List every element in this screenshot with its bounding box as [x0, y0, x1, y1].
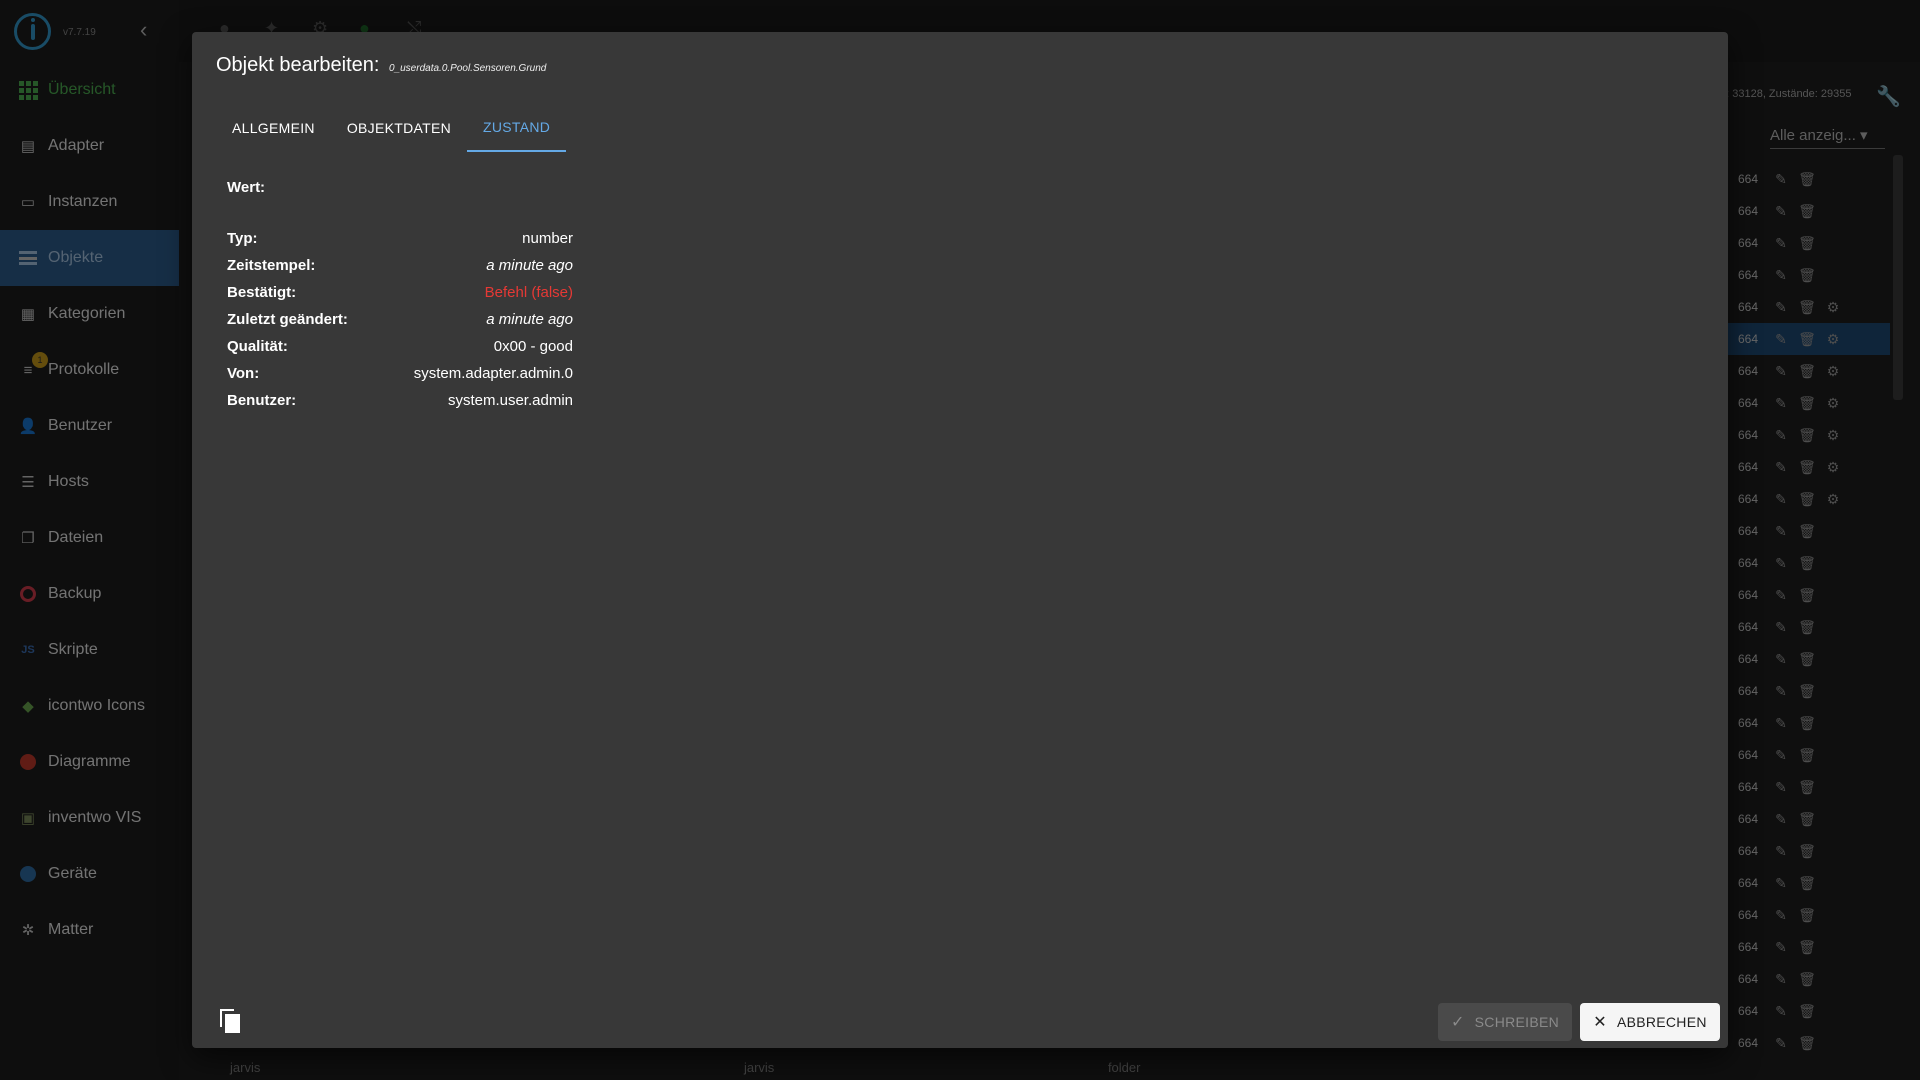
state-key: Bestätigt: [227, 284, 297, 301]
state-key: Typ: [227, 230, 258, 247]
state-value: number [522, 230, 573, 247]
state-key: Von: [227, 365, 260, 382]
state-row-zeitstempel: Zeitstempel: a minute ago [227, 252, 573, 279]
app-root: v7.7.19 ‹ Übersicht ▤ Adapter ▭ Instanze… [0, 0, 1920, 1080]
state-value: a minute ago [486, 257, 573, 274]
state-key: Zeitstempel: [227, 257, 316, 274]
check-icon: ✓ [1450, 1014, 1465, 1031]
write-button[interactable]: ✓ SCHREIBEN [1438, 1003, 1572, 1041]
tab-allgemein[interactable]: ALLGEMEIN [216, 104, 331, 152]
tab-zustand[interactable]: ZUSTAND [467, 104, 567, 152]
state-key: Wert: [227, 179, 266, 196]
state-row-qualitaet: Qualität: 0x00 - good [227, 333, 573, 360]
dialog-title-text: Objekt bearbeiten: [216, 54, 380, 76]
edit-object-dialog: Objekt bearbeiten: 0_userdata.0.Pool.Sen… [192, 32, 1728, 1048]
state-key: Benutzer: [227, 392, 297, 409]
tab-objektdaten[interactable]: OBJEKTDATEN [331, 104, 467, 152]
state-row-bestaetigt: Bestätigt: Befehl (false) [227, 279, 573, 306]
state-value: system.adapter.admin.0 [413, 365, 573, 382]
dialog-title: Objekt bearbeiten: 0_userdata.0.Pool.Sen… [216, 54, 546, 77]
state-row-benutzer: Benutzer: system.user.admin [227, 387, 573, 414]
state-value: Befehl (false) [484, 284, 573, 301]
state-row-typ: Typ: number [227, 225, 573, 252]
close-icon: ✕ [1593, 1014, 1607, 1031]
cancel-button-label: ABBRECHEN [1616, 1014, 1707, 1030]
write-button-label: SCHREIBEN [1474, 1014, 1560, 1030]
cancel-button[interactable]: ✕ ABBRECHEN [1580, 1003, 1720, 1041]
state-row-von: Von: system.adapter.admin.0 [227, 360, 573, 387]
state-panel: Wert: Typ: number Zeitstempel: a minute … [227, 174, 573, 414]
state-key: Zuletzt geändert: [227, 311, 348, 328]
state-value: a minute ago [486, 311, 573, 328]
state-row-wert: Wert: [227, 174, 573, 201]
copy-icon[interactable] [220, 1009, 242, 1033]
state-key: Qualität: [227, 338, 288, 355]
state-value: 0x00 - good [493, 338, 573, 355]
object-id: 0_userdata.0.Pool.Sensoren.Grund [389, 63, 547, 74]
state-row-zuletzt-geaendert: Zuletzt geändert: a minute ago [227, 306, 573, 333]
state-value: system.user.admin [447, 392, 573, 409]
dialog-tabs: ALLGEMEIN OBJEKTDATEN ZUSTAND [216, 104, 567, 152]
